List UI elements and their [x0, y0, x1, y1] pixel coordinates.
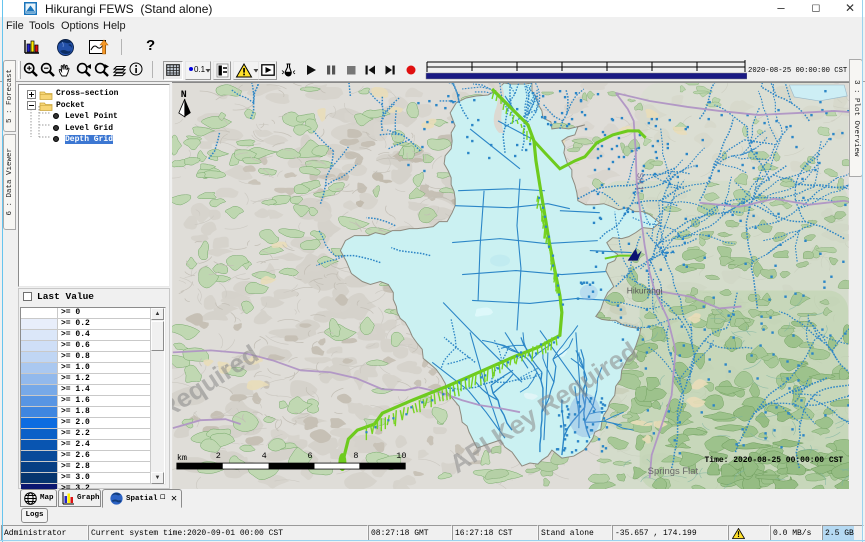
- svg-text:2: 2: [216, 451, 221, 461]
- svg-text:N: N: [181, 89, 187, 100]
- svg-text:Time: 2020-08-25 00:00:00 CST: Time: 2020-08-25 00:00:00 CST: [705, 456, 844, 465]
- svg-text:Hikurangi: Hikurangi: [627, 285, 663, 295]
- svg-text:6: 6: [307, 451, 312, 461]
- svg-text:8: 8: [353, 451, 358, 461]
- svg-text:SH 1: SH 1: [636, 173, 645, 191]
- svg-text:Springs Flat: Springs Flat: [648, 466, 699, 477]
- svg-text:km: km: [177, 453, 187, 463]
- svg-text:4: 4: [262, 451, 267, 461]
- svg-text:10: 10: [396, 451, 406, 461]
